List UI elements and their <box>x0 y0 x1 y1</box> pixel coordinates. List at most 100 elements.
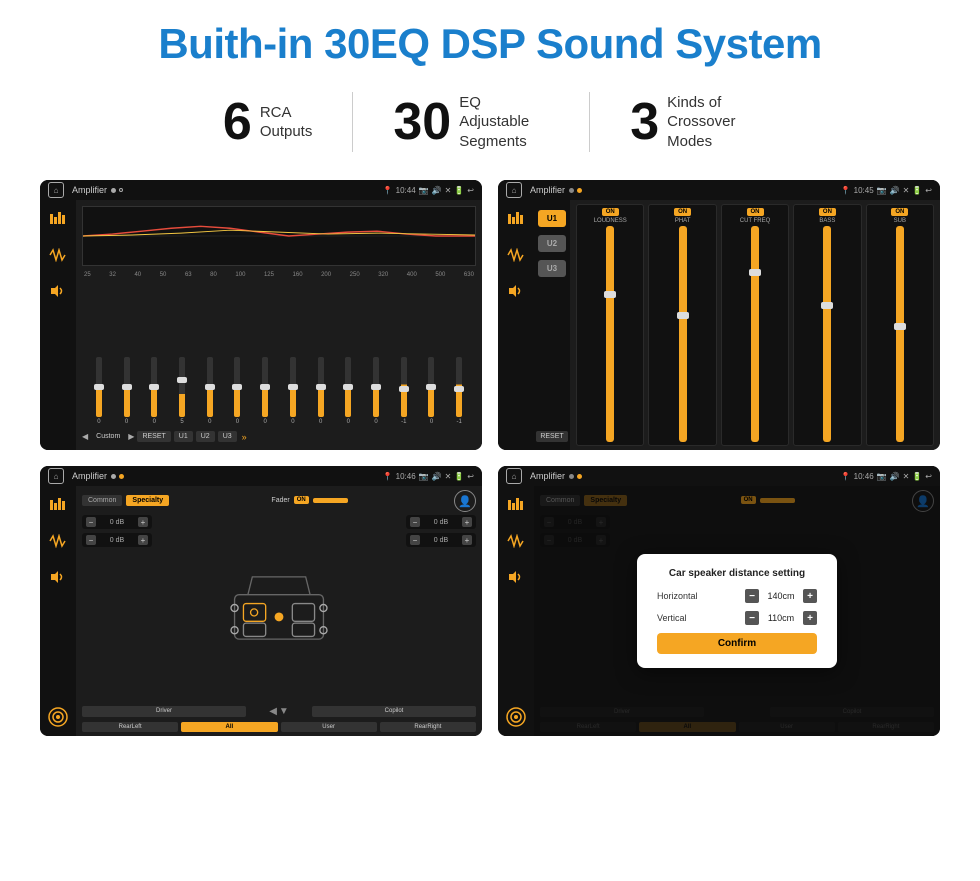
reset-btn-2[interactable]: RESET <box>536 431 567 442</box>
rearleft-btn[interactable]: RearLeft <box>82 722 178 732</box>
db-plus-rr[interactable]: + <box>462 535 472 545</box>
bass-on[interactable]: ON <box>819 208 836 216</box>
db-plus-fr[interactable]: + <box>462 517 472 527</box>
slider-thumb-4 <box>205 384 215 390</box>
horizontal-minus-btn[interactable]: − <box>745 589 759 603</box>
eq-icon-4[interactable] <box>505 494 527 516</box>
vertical-plus-btn[interactable]: + <box>803 611 817 625</box>
stat-text-crossover: Kinds ofCrossover Modes <box>667 93 757 152</box>
dialog-box: Car speaker distance setting Horizontal … <box>637 554 837 668</box>
eq-slider-7[interactable]: 0 <box>280 357 306 425</box>
prev-icon[interactable]: ◀ <box>82 432 88 441</box>
db-plus-rl[interactable]: + <box>138 535 148 545</box>
copilot-btn[interactable]: Copilot <box>312 706 476 717</box>
sub-slider[interactable] <box>896 226 904 442</box>
next-icon[interactable]: ▶ <box>128 432 134 441</box>
rearright-btn[interactable]: RearRight <box>380 722 476 732</box>
eq-slider-2[interactable]: 0 <box>141 357 167 425</box>
u2-btn-1[interactable]: U2 <box>196 431 215 442</box>
dialog-title: Car speaker distance setting <box>657 568 817 579</box>
freq-32: 32 <box>109 272 116 278</box>
x-icon-1: ✕ <box>445 186 452 195</box>
vol-icon-2[interactable] <box>505 280 527 302</box>
u1-btn-1[interactable]: U1 <box>174 431 193 442</box>
left-arrow[interactable]: ◀ <box>269 706 277 717</box>
stat-crossover: 3 Kinds ofCrossover Modes <box>590 93 797 152</box>
cutfreq-slider[interactable] <box>751 226 759 442</box>
vol-icon-3[interactable] <box>47 566 69 588</box>
db-plus-fl[interactable]: + <box>138 517 148 527</box>
db-minus-rr[interactable]: − <box>410 535 420 545</box>
eq-slider-11[interactable]: -1 <box>391 357 417 425</box>
freq-100: 100 <box>235 272 245 278</box>
sub-on[interactable]: ON <box>891 208 908 216</box>
fader-row-3: Fader ON <box>271 496 347 504</box>
wave-icon-2[interactable] <box>505 244 527 266</box>
db-minus-fr[interactable]: − <box>410 517 420 527</box>
back-icon-2: ↩ <box>925 186 932 195</box>
db-minus-fl[interactable]: − <box>86 517 96 527</box>
phat-on[interactable]: ON <box>674 208 691 216</box>
driver-btn[interactable]: Driver <box>82 706 246 717</box>
common-tab-3[interactable]: Common <box>82 495 122 506</box>
eq-slider-3[interactable]: 5 <box>169 357 195 425</box>
eq-icon-2[interactable] <box>505 208 527 230</box>
eq-icon-3[interactable] <box>47 494 69 516</box>
eq-slider-0[interactable]: 0 <box>86 357 112 425</box>
slider-track-6 <box>262 357 268 417</box>
slider-track-7 <box>290 357 296 417</box>
specialty-tab-3[interactable]: Specialty <box>126 495 169 506</box>
confirm-button[interactable]: Confirm <box>657 633 817 654</box>
reset-btn-1[interactable]: RESET <box>137 431 170 442</box>
slider-val-2: 0 <box>153 419 156 425</box>
time-3: 10:46 <box>396 472 416 481</box>
eq-slider-4[interactable]: 0 <box>197 357 223 425</box>
loudness-slider[interactable] <box>606 226 614 442</box>
amp-preset-col: U1 U2 U3 RESET <box>534 200 570 450</box>
user-btn[interactable]: User <box>281 722 377 732</box>
status-bar-2: ⌂ Amplifier 📍 10:45 📷 🔊 ✕ 🔋 ↩ <box>498 180 940 200</box>
db-minus-rl[interactable]: − <box>86 535 96 545</box>
u3-btn-1[interactable]: U3 <box>218 431 237 442</box>
fader-on-badge[interactable]: ON <box>294 496 309 504</box>
slider-val-5: 0 <box>236 419 239 425</box>
camera-icon-4: 📷 <box>877 472 887 481</box>
u2-preset[interactable]: U2 <box>538 235 566 252</box>
speaker-right-ctrls: − 0 dB + − 0 dB + <box>406 515 476 701</box>
vol-icon-1[interactable] <box>47 280 69 302</box>
speaker-controls: − 0 dB + − 0 dB + <box>82 515 476 701</box>
side-icons-4 <box>498 486 534 736</box>
eq-slider-12[interactable]: 0 <box>419 357 445 425</box>
wave-icon-4[interactable] <box>505 530 527 552</box>
eq-slider-13[interactable]: -1 <box>446 357 472 425</box>
eq-slider-6[interactable]: 0 <box>252 357 278 425</box>
surround-icon-3[interactable] <box>47 706 69 728</box>
skip-icon: » <box>242 432 247 442</box>
fader-slider[interactable] <box>313 498 348 503</box>
status-left-2: ⌂ Amplifier <box>506 182 582 198</box>
profile-icon-3[interactable]: 👤 <box>454 490 476 512</box>
u3-preset[interactable]: U3 <box>538 260 566 277</box>
cutfreq-on[interactable]: ON <box>747 208 764 216</box>
surround-icon-4[interactable] <box>505 706 527 728</box>
dot-1a <box>111 188 116 193</box>
horizontal-plus-btn[interactable]: + <box>803 589 817 603</box>
eq-slider-5[interactable]: 0 <box>225 357 251 425</box>
slider-thumb-13 <box>454 386 464 392</box>
eq-slider-9[interactable]: 0 <box>335 357 361 425</box>
stat-eq: 30 EQ AdjustableSegments <box>353 93 589 152</box>
loudness-on[interactable]: ON <box>602 208 619 216</box>
eq-slider-1[interactable]: 0 <box>114 357 140 425</box>
eq-slider-10[interactable]: 0 <box>363 357 389 425</box>
wave-icon-1[interactable] <box>47 244 69 266</box>
eq-slider-8[interactable]: 0 <box>308 357 334 425</box>
all-btn[interactable]: All <box>181 722 277 732</box>
down-arrow[interactable]: ▼ <box>279 706 289 717</box>
vol-icon-4[interactable] <box>505 566 527 588</box>
bass-slider[interactable] <box>823 226 831 442</box>
phat-slider[interactable] <box>679 226 687 442</box>
eq-icon-1[interactable] <box>47 208 69 230</box>
u1-preset[interactable]: U1 <box>538 210 566 227</box>
wave-icon-3[interactable] <box>47 530 69 552</box>
vertical-minus-btn[interactable]: − <box>745 611 759 625</box>
